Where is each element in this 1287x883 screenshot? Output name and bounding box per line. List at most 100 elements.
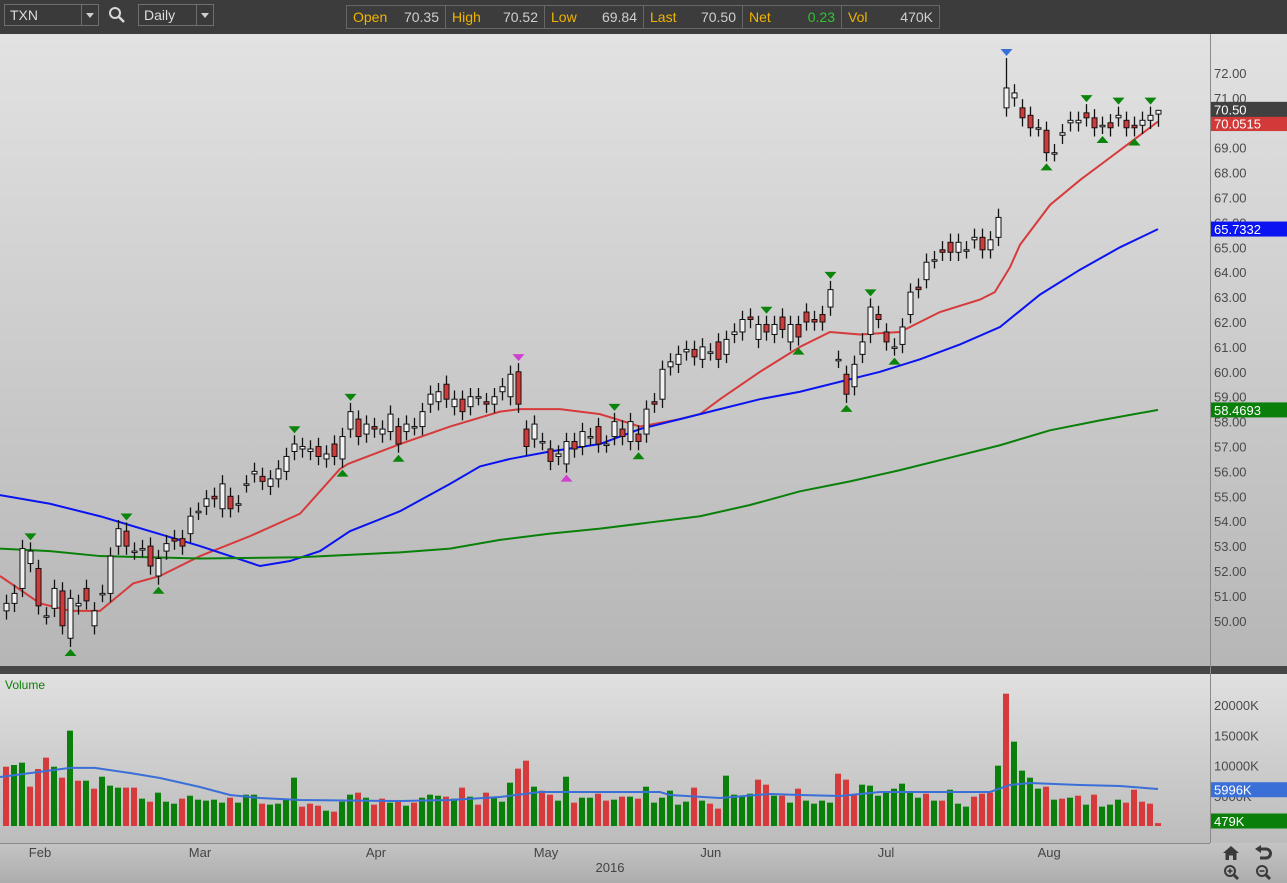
candle-body — [915, 286, 922, 291]
candle-body — [163, 543, 170, 552]
volume-bar — [51, 766, 57, 826]
price-tick-label: 50.00 — [1214, 614, 1247, 629]
symbol-dropdown-arrow-icon[interactable] — [81, 5, 98, 25]
candle-body — [891, 346, 898, 349]
candle-body — [195, 510, 202, 514]
volume-bar — [587, 797, 593, 826]
volume-bar — [155, 792, 161, 826]
ma200-value-tag: 58.4693 — [1214, 403, 1261, 418]
volume-bar — [411, 802, 417, 826]
candle-body — [1075, 119, 1082, 124]
volume-bar — [891, 788, 897, 826]
candle-body — [59, 590, 66, 627]
candle-body — [435, 391, 442, 403]
volume-bar — [563, 776, 569, 826]
price-tick-label: 63.00 — [1214, 290, 1247, 305]
month-label: Jul — [878, 845, 895, 860]
candle-body — [179, 538, 186, 547]
month-label: Mar — [189, 845, 212, 860]
search-icon[interactable] — [108, 6, 126, 24]
last-volume-tag: 479K — [1214, 814, 1245, 829]
quote-value: 70.52 — [502, 9, 538, 25]
candle-body — [803, 311, 810, 323]
candle-body — [683, 348, 690, 353]
volume-bar — [259, 803, 265, 826]
volume-bar — [875, 795, 881, 826]
candle-body — [651, 401, 658, 405]
volume-bar — [1003, 693, 1009, 826]
candle-body — [715, 341, 722, 360]
volume-bar — [603, 800, 609, 826]
candle-body — [939, 249, 946, 253]
candle-body — [419, 411, 426, 428]
candle-body — [83, 587, 90, 602]
candle-body — [859, 341, 866, 355]
candle-body — [91, 610, 98, 627]
volume-bar — [1155, 823, 1161, 826]
candle-body — [1051, 152, 1058, 155]
candle-body — [251, 470, 258, 475]
price-tick-label: 68.00 — [1214, 166, 1247, 181]
candle-body — [147, 545, 154, 567]
candle-body — [723, 338, 730, 355]
candle-body — [291, 443, 298, 452]
candle-body — [323, 453, 330, 460]
volume-bar — [547, 794, 553, 826]
chart[interactable]: 50.00 51.00 52.00 53.00 54.00 55.00 56.00 57.00… — [0, 34, 1287, 883]
quote-open: Open 70.35 — [347, 6, 446, 28]
interval-dropdown-arrow-icon[interactable] — [196, 5, 213, 25]
candle-body — [779, 316, 786, 330]
volume-bar — [147, 801, 153, 826]
price-tick-label: 62.00 — [1214, 315, 1247, 330]
quote-label: Open — [353, 9, 388, 25]
candle-body — [379, 428, 386, 435]
volume-bar — [987, 792, 993, 826]
month-label: Apr — [366, 845, 387, 860]
candle-body — [363, 423, 370, 435]
candle-body — [531, 423, 538, 440]
candle-body — [19, 548, 26, 589]
month-label: Aug — [1038, 845, 1061, 860]
volume-bar — [931, 800, 937, 826]
price-tick-label: 52.00 — [1214, 564, 1247, 579]
candle-body — [667, 361, 674, 368]
price-tick-label: 65.00 — [1214, 240, 1247, 255]
candle-body — [1091, 117, 1098, 129]
volume-bar — [347, 794, 353, 826]
interval-select[interactable]: Daily — [138, 4, 214, 26]
candle-body — [811, 319, 818, 323]
candle-body — [35, 568, 42, 607]
symbol-input[interactable]: TXN — [4, 4, 99, 26]
candle-body — [235, 503, 242, 506]
panel-divider[interactable] — [0, 666, 1287, 674]
candle-body — [675, 353, 682, 365]
candle-body — [51, 587, 58, 609]
volume-bar — [859, 784, 865, 826]
volume-bar — [371, 804, 377, 826]
volume-bar — [1035, 788, 1041, 826]
volume-bar — [219, 802, 225, 826]
candle-body — [3, 602, 10, 612]
price-tick-label: 53.00 — [1214, 539, 1247, 554]
volume-bar — [611, 799, 617, 826]
candle-body — [547, 448, 554, 462]
volume-bar — [1139, 801, 1145, 826]
candle-body — [459, 398, 466, 413]
volume-bar — [355, 792, 361, 826]
candle-body — [595, 426, 602, 445]
price-tick-label: 69.00 — [1214, 141, 1247, 156]
candle-body — [243, 483, 250, 486]
candle-body — [835, 358, 842, 362]
volume-bar — [995, 765, 1001, 826]
volume-bar — [715, 808, 721, 826]
quote-label: Low — [551, 9, 577, 25]
volume-bar — [99, 776, 105, 826]
candle-body — [107, 555, 114, 594]
candle-body — [99, 592, 106, 596]
volume-tick-label: 20000K — [1214, 698, 1259, 713]
candle-body — [283, 455, 290, 472]
volume-bar — [1107, 804, 1113, 826]
volume-bar — [739, 796, 745, 826]
candle-body — [923, 261, 930, 281]
candle-body — [371, 426, 378, 430]
